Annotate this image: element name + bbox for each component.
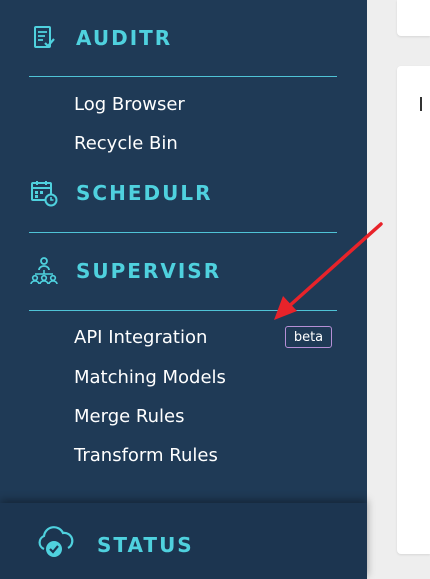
nav-item-merge-rules[interactable]: Merge Rules xyxy=(74,406,184,427)
divider xyxy=(29,76,337,77)
hierarchy-icon xyxy=(30,257,58,285)
nav-item-matching-models[interactable]: Matching Models xyxy=(74,367,226,388)
divider xyxy=(29,310,337,311)
nav-item-log-browser[interactable]: Log Browser xyxy=(74,94,185,115)
nav-item-transform-rules[interactable]: Transform Rules xyxy=(74,445,218,466)
beta-badge: beta xyxy=(285,326,332,348)
content-panel xyxy=(397,66,430,554)
nav-item-api-integration[interactable]: API Integration xyxy=(74,327,207,348)
status-section[interactable]: STATUS xyxy=(0,503,367,579)
section-schedulr[interactable]: SCHEDULR xyxy=(30,179,212,207)
divider xyxy=(29,232,337,233)
section-auditr-label: AUDITR xyxy=(76,26,173,50)
section-supervisr-label: SUPERVISR xyxy=(76,259,222,283)
calendar-clock-icon xyxy=(30,179,58,207)
sidebar: AUDITR Log Browser Recycle Bin SCHEDULR xyxy=(0,0,367,579)
status-label: STATUS xyxy=(97,533,194,557)
section-schedulr-label: SCHEDULR xyxy=(76,181,213,205)
nav-item-recycle-bin[interactable]: Recycle Bin xyxy=(74,133,178,154)
audit-icon xyxy=(30,24,58,52)
cloud-check-icon xyxy=(38,526,74,557)
section-supervisr[interactable]: SUPERVISR xyxy=(30,257,221,285)
section-auditr[interactable]: AUDITR xyxy=(30,24,172,52)
content-panel-top xyxy=(397,0,430,36)
text-cursor xyxy=(420,97,422,111)
